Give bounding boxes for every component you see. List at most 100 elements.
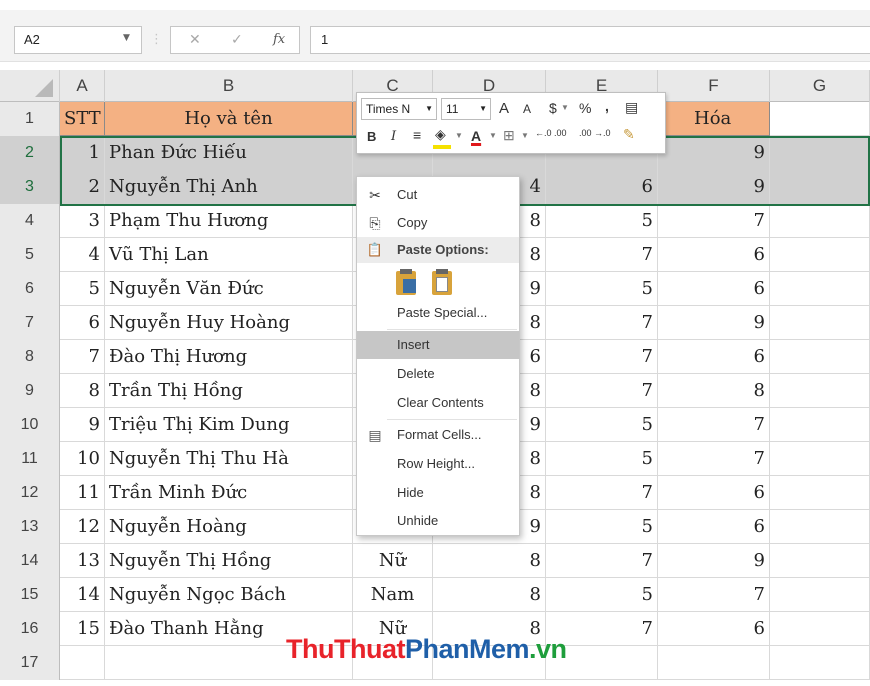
cell-E14[interactable]: 7 xyxy=(546,544,658,578)
cell-F6[interactable]: 6 xyxy=(658,272,770,306)
cell-B3[interactable]: Nguyễn Thị Anh xyxy=(105,170,353,204)
row-header[interactable]: 9 xyxy=(0,374,60,408)
cell-G9[interactable] xyxy=(770,374,870,408)
cell-G10[interactable] xyxy=(770,408,870,442)
fill-color-dropdown-icon[interactable]: ▼ xyxy=(455,131,463,140)
cell-E4[interactable]: 5 xyxy=(546,204,658,238)
cell-E10[interactable]: 5 xyxy=(546,408,658,442)
row-header[interactable]: 14 xyxy=(0,544,60,578)
format-as-table-icon[interactable]: ▤ xyxy=(625,99,638,116)
cell-F12[interactable]: 6 xyxy=(658,476,770,510)
select-all-button[interactable] xyxy=(0,70,60,102)
insert-function-icon[interactable]: fx xyxy=(273,32,285,47)
cell-A3[interactable]: 2 xyxy=(60,170,105,204)
column-header-a[interactable]: A xyxy=(60,70,105,102)
menu-item-format-cells[interactable]: ▤ Format Cells... xyxy=(357,421,519,449)
cell-E13[interactable]: 5 xyxy=(546,510,658,544)
cell-F2[interactable]: 9 xyxy=(658,136,770,170)
cell-A5[interactable]: 4 xyxy=(60,238,105,272)
menu-item-paste-special[interactable]: Paste Special... xyxy=(357,299,519,327)
row-header[interactable]: 16 xyxy=(0,612,60,646)
menu-item-delete[interactable]: Delete xyxy=(357,360,519,388)
cell-E7[interactable]: 7 xyxy=(546,306,658,340)
cell-B6[interactable]: Nguyễn Văn Đức xyxy=(105,272,353,306)
cell-B13[interactable]: Nguyễn Hoàng xyxy=(105,510,353,544)
menu-item-unhide[interactable]: Unhide xyxy=(357,507,519,535)
cell-F15[interactable]: 7 xyxy=(658,578,770,612)
cell-E15[interactable]: 5 xyxy=(546,578,658,612)
row-header[interactable]: 1 xyxy=(0,102,60,136)
cell-G3[interactable] xyxy=(770,170,870,204)
cell-F4[interactable]: 7 xyxy=(658,204,770,238)
cell-D14[interactable]: 8 xyxy=(433,544,546,578)
cell-A17[interactable] xyxy=(60,646,105,680)
cell-C14[interactable]: Nữ xyxy=(353,544,433,578)
percent-style-icon[interactable]: % xyxy=(579,100,591,116)
menu-item-cut[interactable]: ✂ Cut xyxy=(357,181,519,209)
accounting-format-icon[interactable]: $ xyxy=(549,100,557,116)
cell-G14[interactable] xyxy=(770,544,870,578)
cell-G15[interactable] xyxy=(770,578,870,612)
borders-icon[interactable]: ⊞ xyxy=(503,127,515,144)
cell-B7[interactable]: Nguyễn Huy Hoàng xyxy=(105,306,353,340)
borders-dropdown-icon[interactable]: ▼ xyxy=(521,131,529,140)
row-header[interactable]: 8 xyxy=(0,340,60,374)
row-header[interactable]: 12 xyxy=(0,476,60,510)
enter-check-icon[interactable]: ✓ xyxy=(231,32,243,48)
cell-G11[interactable] xyxy=(770,442,870,476)
format-painter-icon[interactable]: ✎ xyxy=(623,126,635,143)
cell-G17[interactable] xyxy=(770,646,870,680)
cell-B11[interactable]: Nguyễn Thị Thu Hà xyxy=(105,442,353,476)
cell-A12[interactable]: 11 xyxy=(60,476,105,510)
cell-E9[interactable]: 7 xyxy=(546,374,658,408)
column-header-g[interactable]: G xyxy=(770,70,870,102)
font-size-dropdown-icon[interactable]: ▼ xyxy=(479,99,487,119)
cell-A8[interactable]: 7 xyxy=(60,340,105,374)
cancel-icon[interactable]: ✕ xyxy=(189,32,201,48)
cell-B5[interactable]: Vũ Thị Lan xyxy=(105,238,353,272)
cell-A6[interactable]: 5 xyxy=(60,272,105,306)
cell-B14[interactable]: Nguyễn Thị Hồng xyxy=(105,544,353,578)
menu-item-insert[interactable]: Insert xyxy=(357,331,519,359)
cell-F17[interactable] xyxy=(658,646,770,680)
cell-G7[interactable] xyxy=(770,306,870,340)
increase-decimal-icon[interactable]: ←.0 .00 xyxy=(535,128,567,138)
cell-B2[interactable]: Phan Đức Hiếu xyxy=(105,136,353,170)
name-box[interactable]: A2 ▼ xyxy=(14,26,142,54)
align-center-icon[interactable]: ≡ xyxy=(413,127,421,143)
name-box-dropdown-icon[interactable]: ▼ xyxy=(123,33,130,43)
cell-F13[interactable]: 6 xyxy=(658,510,770,544)
accounting-dropdown-icon[interactable]: ▼ xyxy=(561,103,569,112)
cell-B10[interactable]: Triệu Thị Kim Dung xyxy=(105,408,353,442)
cell-C15[interactable]: Nam xyxy=(353,578,433,612)
cell-F9[interactable]: 8 xyxy=(658,374,770,408)
cell-G6[interactable] xyxy=(770,272,870,306)
formula-bar-grip-icon[interactable]: ⋮ xyxy=(150,32,163,47)
cell-G8[interactable] xyxy=(770,340,870,374)
column-header-f[interactable]: F xyxy=(658,70,770,102)
cell-E8[interactable]: 7 xyxy=(546,340,658,374)
formula-input[interactable]: 1 xyxy=(310,26,870,54)
row-header[interactable]: 15 xyxy=(0,578,60,612)
cell-G1[interactable] xyxy=(770,102,870,136)
row-header[interactable]: 2 xyxy=(0,136,60,170)
cell-G12[interactable] xyxy=(770,476,870,510)
cell-F5[interactable]: 6 xyxy=(658,238,770,272)
menu-item-row-height[interactable]: Row Height... xyxy=(357,450,519,478)
decrease-decimal-icon[interactable]: .00 →.0 xyxy=(579,128,611,138)
cell-G2[interactable] xyxy=(770,136,870,170)
paste-values-icon[interactable] xyxy=(429,269,455,297)
row-header[interactable]: 11 xyxy=(0,442,60,476)
cell-F14[interactable]: 9 xyxy=(658,544,770,578)
row-header[interactable]: 7 xyxy=(0,306,60,340)
cell-B1[interactable]: Họ và tên xyxy=(105,102,353,136)
cell-E3[interactable]: 6 xyxy=(546,170,658,204)
cell-G16[interactable] xyxy=(770,612,870,646)
cell-F3[interactable]: 9 xyxy=(658,170,770,204)
comma-style-icon[interactable]: , xyxy=(605,98,609,114)
cell-E5[interactable]: 7 xyxy=(546,238,658,272)
cell-D15[interactable]: 8 xyxy=(433,578,546,612)
cell-F1[interactable]: Hóa xyxy=(658,102,770,136)
row-header[interactable]: 6 xyxy=(0,272,60,306)
font-name-box[interactable]: Times N ▼ xyxy=(361,98,437,120)
